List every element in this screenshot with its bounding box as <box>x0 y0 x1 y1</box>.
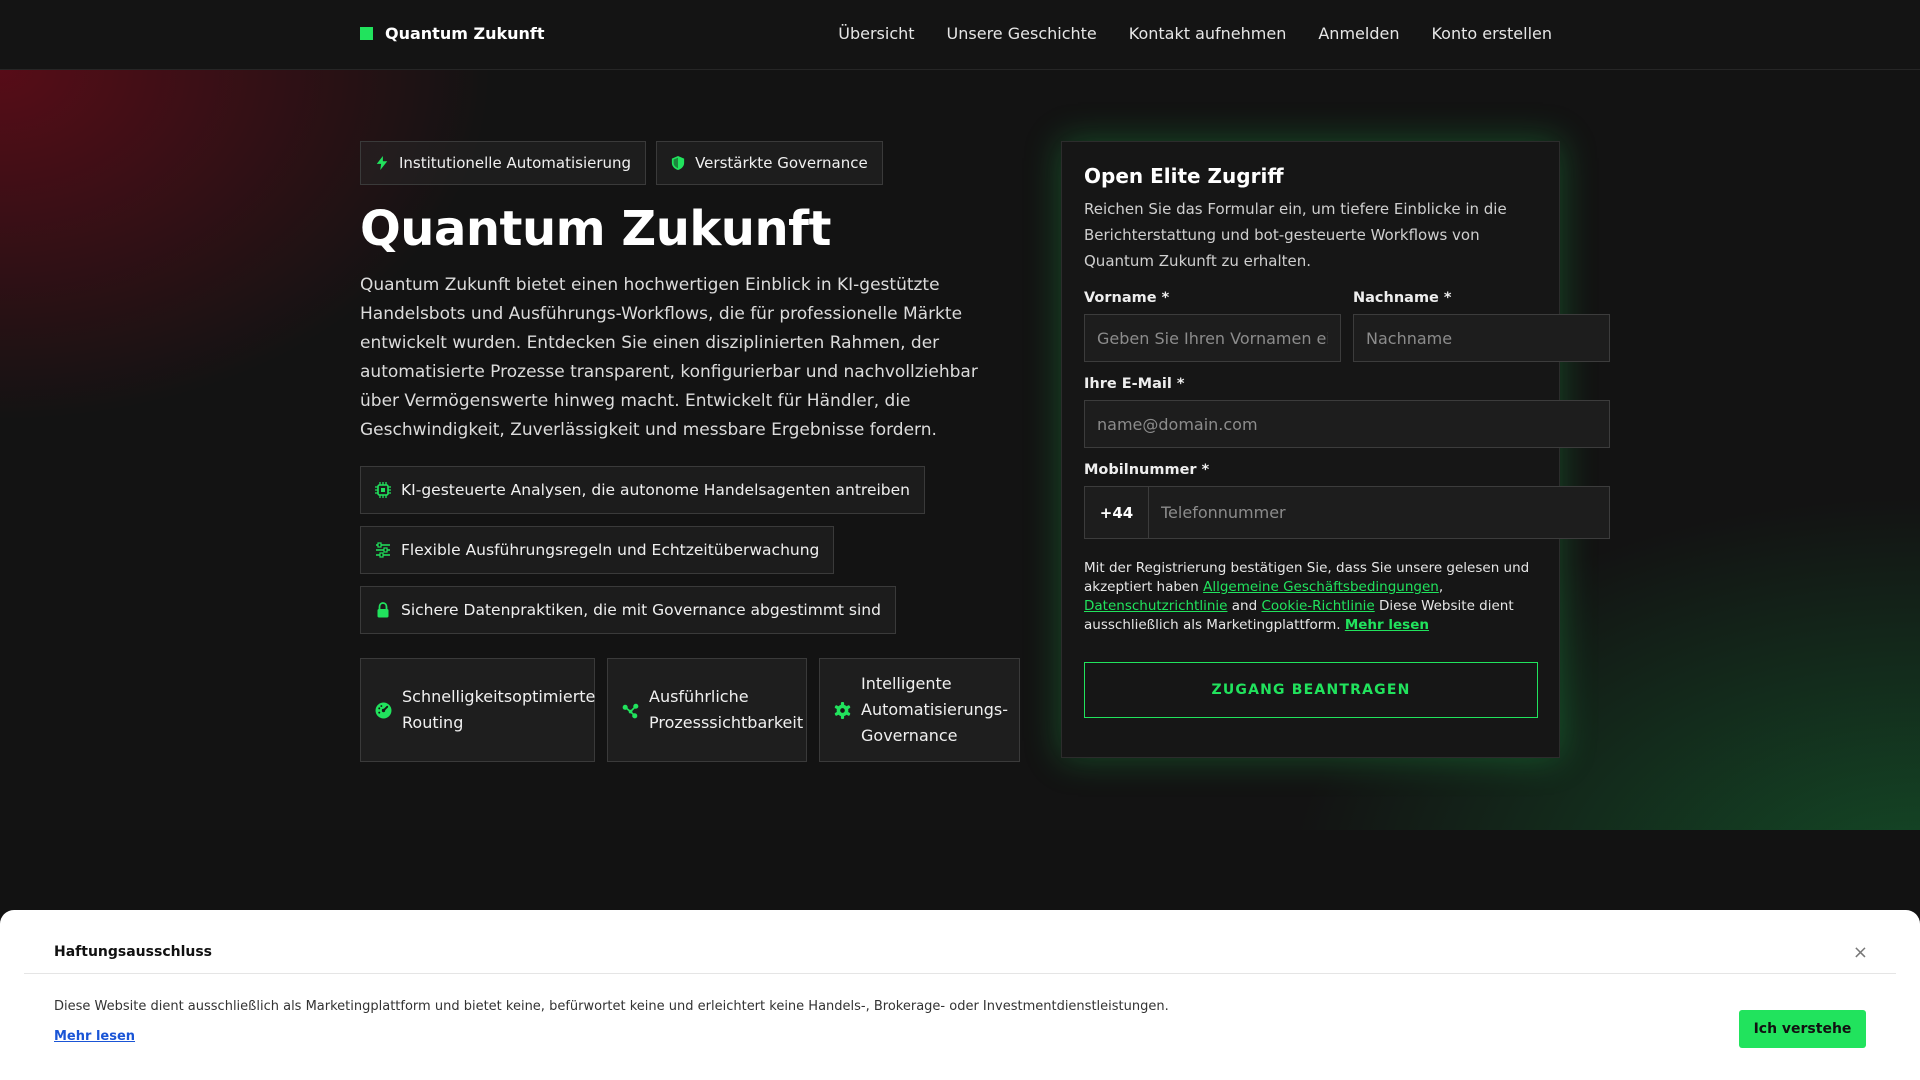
email-input[interactable] <box>1084 400 1610 448</box>
brand-logo[interactable]: Quantum Zukunft <box>360 24 544 43</box>
phone-field: +44 <box>1084 486 1610 539</box>
card-line: Intelligente <box>861 674 952 693</box>
hero-section: Institutionelle Automatisierung Verstärk… <box>360 141 1020 762</box>
main-nav: Übersicht Unsere Geschichte Kontakt aufn… <box>838 24 1552 43</box>
last-name-label: Nachname * <box>1353 290 1452 306</box>
phone-input[interactable] <box>1149 487 1609 538</box>
nav-link-create-account[interactable]: Konto erstellen <box>1431 24 1552 43</box>
card-line: Automatisierungs- <box>861 700 1009 719</box>
lightning-icon <box>376 156 388 170</box>
disclaimer-title: Haftungsausschluss <box>54 944 213 960</box>
consent-comma: , <box>1438 579 1444 595</box>
feature-label: Flexible Ausführungsregeln und Echtzeitü… <box>401 541 820 559</box>
country-code-select[interactable]: +44 <box>1085 487 1149 538</box>
hero-description: Quantum Zukunft bietet einen hochwertige… <box>360 275 978 440</box>
card-line: Schnelligkeitsoptimierte <box>402 687 596 706</box>
cookie-policy-link[interactable]: Cookie-Richtlinie <box>1261 598 1374 614</box>
phone-label: Mobilnummer * <box>1084 462 1210 478</box>
card-line: Ausführliche <box>649 687 749 706</box>
nav-link-login[interactable]: Anmelden <box>1318 24 1399 43</box>
first-name-label: Vorname * <box>1084 290 1170 306</box>
hero-pills: Institutionelle Automatisierung Verstärk… <box>360 141 1020 185</box>
form-description: Reichen Sie das Formular ein, um tiefere… <box>1084 200 1507 270</box>
pill-label: Verstärkte Governance <box>695 154 868 172</box>
highlight-cards: Schnelligkeitsoptimierte Routing Ausführ… <box>360 658 1020 762</box>
feature-item: Flexible Ausführungsregeln und Echtzeitü… <box>360 526 835 574</box>
disclaimer-banner: Haftungsausschluss × Diese Website dient… <box>0 910 1920 1080</box>
feature-item: Sichere Datenpraktiken, die mit Governan… <box>360 586 896 634</box>
first-name-input[interactable] <box>1084 314 1341 362</box>
square-logo-icon <box>360 27 373 40</box>
nav-link-our-story[interactable]: Unsere Geschichte <box>947 24 1097 43</box>
request-access-button[interactable]: ZUGANG BEANTRAGEN <box>1084 662 1538 718</box>
email-group: Ihre E-Mail * <box>1084 376 1610 448</box>
card-automation-governance: Intelligente Automatisierungs- Governanc… <box>819 658 1020 762</box>
first-name-group: Vorname * <box>1084 290 1341 362</box>
consent-text: Mit der Registrierung bestätigen Sie, da… <box>1084 559 1536 635</box>
last-name-input[interactable] <box>1353 314 1610 362</box>
accept-disclaimer-button[interactable]: Ich verstehe <box>1739 1010 1866 1048</box>
terms-link[interactable]: Allgemeine Geschäftsbedingungen <box>1203 579 1439 595</box>
feature-label: Sichere Datenpraktiken, die mit Governan… <box>401 601 881 619</box>
last-name-group: Nachname * <box>1353 290 1610 362</box>
form-title: Open Elite Zugriff <box>1084 164 1284 188</box>
feature-list: KI-gesteuerte Analysen, die autonome Han… <box>360 466 1020 634</box>
chip-icon <box>375 482 391 498</box>
phone-group: Mobilnummer * +44 <box>1084 462 1610 539</box>
email-label: Ihre E-Mail * <box>1084 376 1185 392</box>
gear-icon <box>834 701 851 719</box>
brand-name: Quantum Zukunft <box>385 24 545 43</box>
lock-icon <box>377 602 389 618</box>
name-row: Vorname * Nachname * <box>1084 290 1610 362</box>
consent-and: and <box>1231 598 1258 614</box>
divider <box>24 973 1896 974</box>
nav-link-overview[interactable]: Übersicht <box>838 24 914 43</box>
card-line: Routing <box>402 713 464 732</box>
card-text: Intelligente Automatisierungs- Governanc… <box>861 671 1008 749</box>
read-more-link[interactable]: Mehr lesen <box>1345 617 1429 633</box>
card-speed-routing: Schnelligkeitsoptimierte Routing <box>360 658 595 762</box>
card-line: Governance <box>861 726 958 745</box>
pill-label: Institutionelle Automatisierung <box>399 154 632 172</box>
pill-governance: Verstärkte Governance <box>656 141 883 185</box>
card-process-visibility: Ausführliche Prozesssichtbarkeit <box>607 658 807 762</box>
nav-link-contact[interactable]: Kontakt aufnehmen <box>1129 24 1287 43</box>
disclaimer-read-more-link[interactable]: Mehr lesen <box>54 1029 135 1044</box>
share-nodes-icon <box>622 703 639 718</box>
close-icon[interactable]: × <box>1853 942 1868 963</box>
top-navbar: Quantum Zukunft Übersicht Unsere Geschic… <box>0 0 1920 70</box>
sliders-icon <box>376 542 390 558</box>
feature-label: KI-gesteuerte Analysen, die autonome Han… <box>401 481 910 499</box>
card-line: Prozesssichtbarkeit <box>649 713 804 732</box>
disclaimer-text: Diese Website dient ausschließlich als M… <box>54 999 1169 1014</box>
card-text: Ausführliche Prozesssichtbarkeit <box>649 684 803 736</box>
gauge-icon <box>375 702 392 718</box>
pill-automation: Institutionelle Automatisierung <box>360 141 647 185</box>
card-text: Schnelligkeitsoptimierte Routing <box>402 684 595 736</box>
hero-title: Quantum Zukunft <box>360 201 831 257</box>
shield-icon <box>671 156 685 170</box>
privacy-link[interactable]: Datenschutzrichtlinie <box>1084 598 1227 614</box>
signup-form-panel: Open Elite Zugriff Reichen Sie das Formu… <box>1061 141 1610 758</box>
feature-item: KI-gesteuerte Analysen, die autonome Han… <box>360 466 925 514</box>
